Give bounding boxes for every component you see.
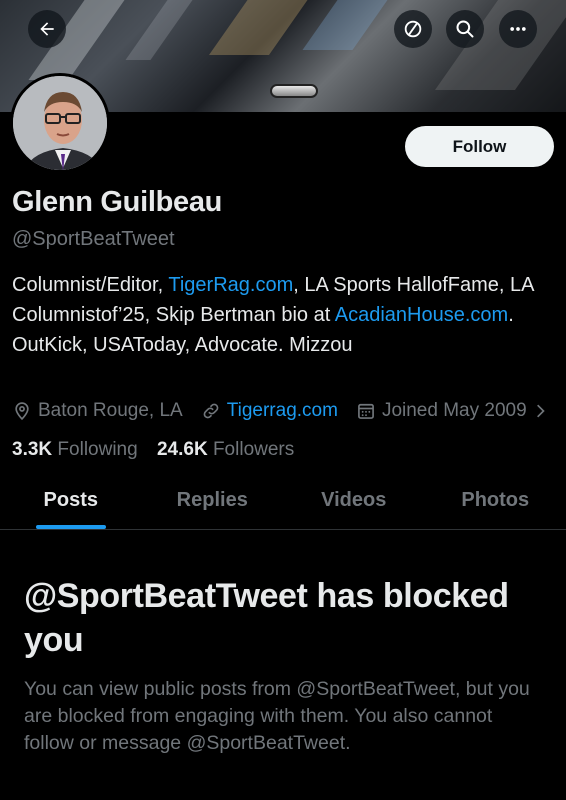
profile-name: Glenn Guilbeau (12, 186, 223, 218)
followers-label: Followers (212, 439, 295, 460)
profile-handle: @SportBeatTweet (12, 228, 175, 250)
followers-count: 24.6K (156, 439, 208, 460)
tab-label: Posts (43, 489, 98, 511)
blocked-title: @SportBeatTweet has blocked you (24, 577, 509, 659)
circle-slash-icon (404, 20, 422, 38)
tab-posts[interactable]: Posts (0, 472, 142, 529)
cancel-button[interactable] (394, 10, 432, 48)
avatar-photo (13, 76, 107, 170)
more-dots-icon (510, 27, 526, 31)
location-text: Baton Rouge, LA (38, 400, 183, 421)
location-item: Baton Rouge, LA (12, 400, 183, 422)
link-icon (203, 403, 219, 419)
website-link[interactable]: Tigerrag.com (227, 400, 338, 422)
tab-photos[interactable]: Photos (425, 472, 566, 529)
back-button[interactable] (28, 10, 66, 48)
blocked-message: You can view public posts from @SportBea… (24, 678, 530, 754)
search-icon (456, 20, 474, 38)
search-button[interactable] (446, 10, 484, 48)
profile-meta: Baton Rouge, LA Tigerrag.com Joined May … (12, 398, 566, 424)
tab-label: Replies (176, 489, 248, 511)
profile-bio: Columnist/Editor, TigerRag.com, LA Sport… (12, 270, 552, 360)
active-tab-indicator (35, 525, 106, 529)
website-item[interactable]: Tigerrag.com (201, 400, 338, 422)
tab-videos[interactable]: Videos (283, 472, 425, 529)
arrow-left-icon (40, 22, 54, 36)
bio-text: Columnist/Editor, (12, 274, 169, 296)
joined-item: Joined May 2009 (356, 400, 549, 422)
more-button[interactable] (499, 10, 537, 48)
followers-link[interactable]: 24.6K Followers (157, 439, 294, 460)
chevron-right-icon[interactable] (533, 401, 549, 421)
location-pin-icon (15, 402, 29, 421)
follow-counts: 3.3K Following 24.6K Followers (12, 439, 308, 461)
joined-text: Joined May 2009 (381, 400, 527, 421)
follow-button[interactable]: Follow (405, 126, 554, 167)
banner-car-handle (270, 84, 318, 98)
following-link[interactable]: 3.3K Following (12, 439, 138, 460)
bio-link-tigerrag[interactable]: TigerRag.com (168, 274, 293, 296)
bio-link-acadianhouse[interactable]: AcadianHouse.com (335, 304, 508, 326)
profile-tabs: Posts Replies Videos Photos (0, 472, 566, 530)
avatar[interactable] (10, 73, 110, 173)
following-count: 3.3K (12, 439, 53, 460)
tab-replies[interactable]: Replies (142, 472, 284, 529)
following-label: Following (57, 439, 138, 460)
tab-label: Videos (321, 489, 387, 511)
calendar-icon (358, 403, 374, 419)
tab-label: Photos (461, 489, 530, 511)
